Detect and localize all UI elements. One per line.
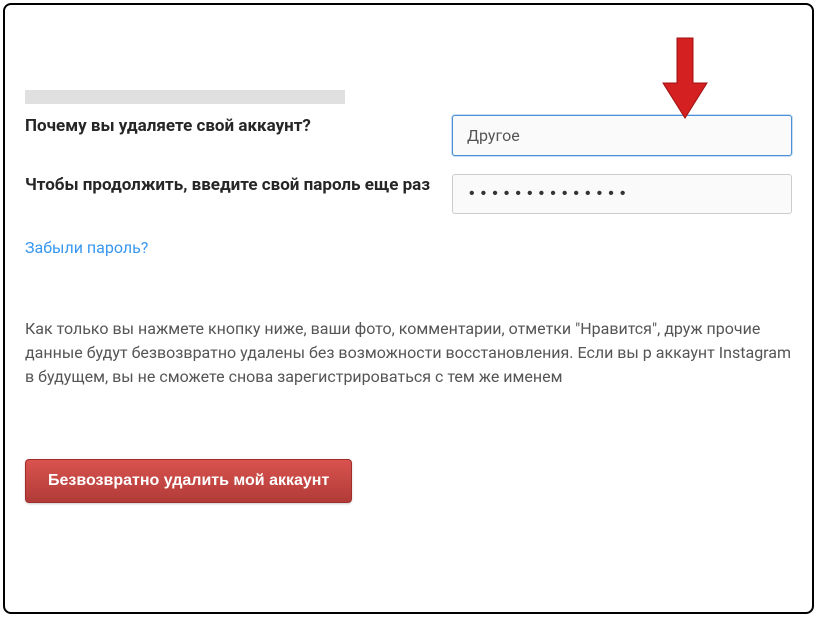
password-input[interactable]: •••••••••••••• <box>452 174 792 214</box>
redacted-bar <box>25 90 345 104</box>
delete-account-button[interactable]: Безвозвратно удалить мой аккаунт <box>25 459 352 503</box>
delete-reason-select[interactable]: Другое <box>452 115 792 156</box>
deletion-warning-text: Как только вы нажмете кнопку ниже, ваши … <box>25 317 792 389</box>
forgot-password-link[interactable]: Забыли пароль? <box>25 238 148 257</box>
password-label: Чтобы продолжить, введите свой пароль ещ… <box>25 174 432 198</box>
reason-label: Почему вы удаляете свой аккаунт? <box>25 115 432 139</box>
arrow-down-icon <box>655 33 715 127</box>
